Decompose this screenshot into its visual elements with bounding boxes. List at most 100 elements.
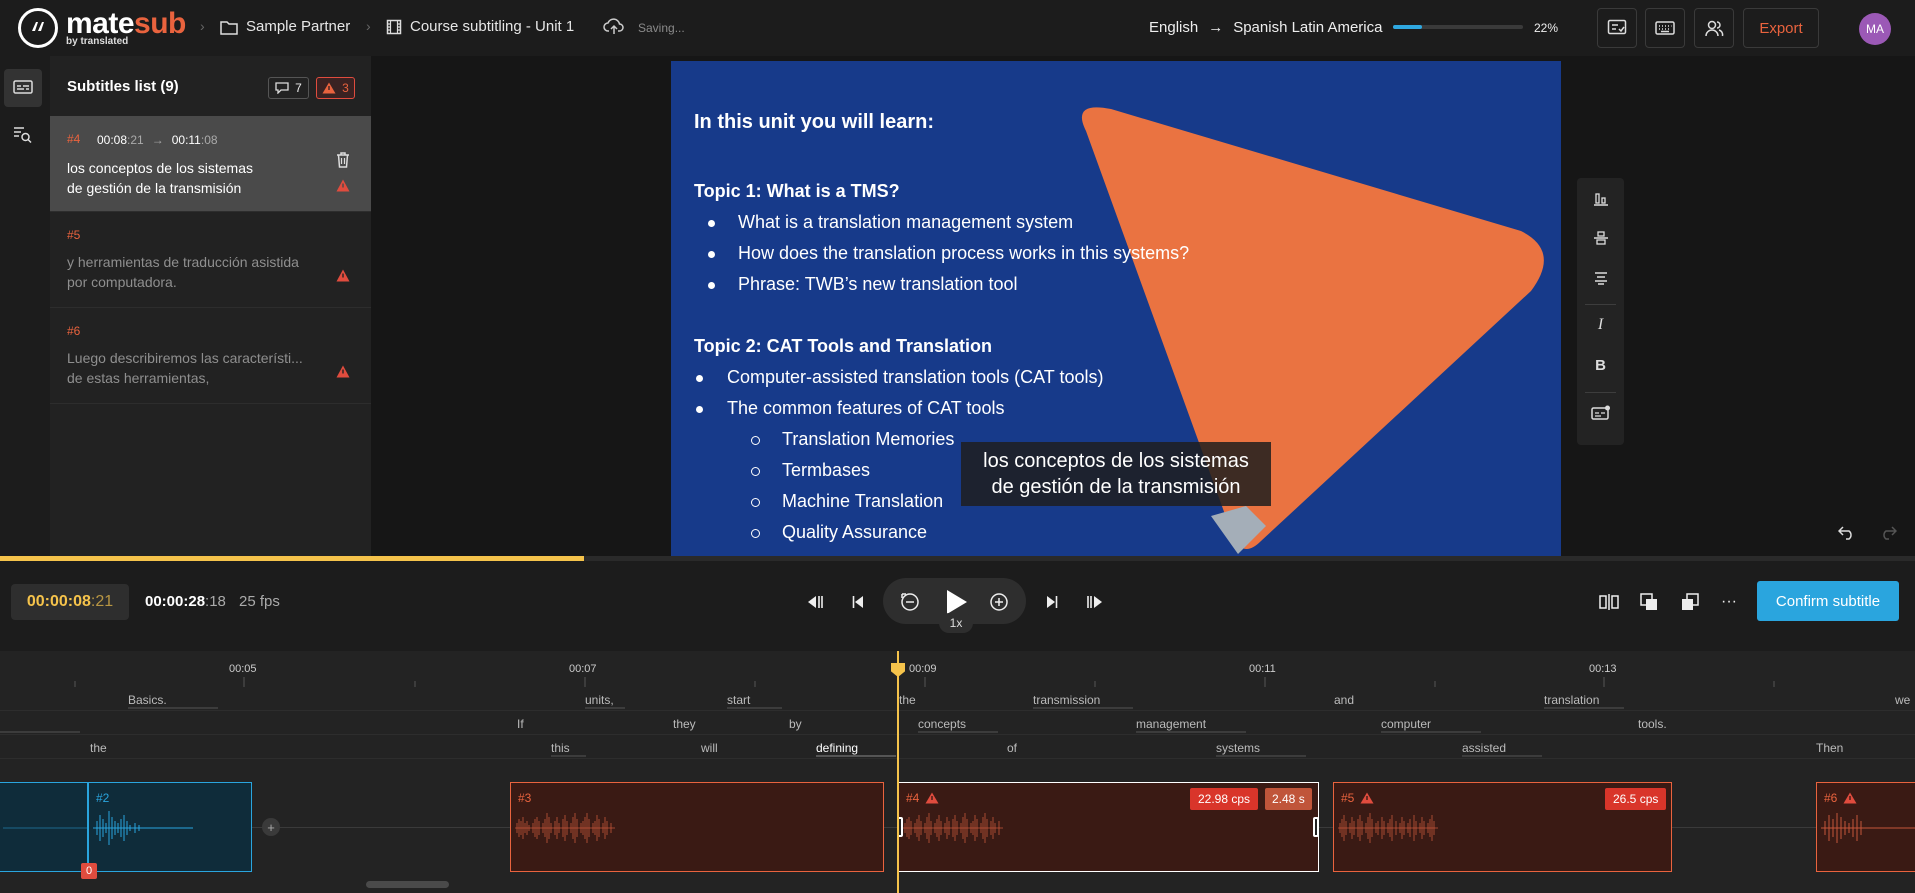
transcript-word[interactable]: defining <box>816 741 858 755</box>
bullet <box>696 375 703 382</box>
transcript-word[interactable]: Basics. <box>128 693 167 707</box>
export-button[interactable]: Export <box>1743 8 1819 48</box>
align-center-button[interactable] <box>1577 263 1624 293</box>
waveform <box>515 813 615 843</box>
subtitle-line-1[interactable]: los conceptos de los sistemas <box>67 158 322 178</box>
transcript-word[interactable]: If <box>517 717 524 731</box>
comments-count-badge[interactable]: 7 <box>268 77 309 99</box>
total-duration: 00:00:28:18 <box>145 593 226 610</box>
transcript-word[interactable]: of <box>1007 741 1017 755</box>
transcript-word[interactable]: start <box>727 693 750 707</box>
transcript-word[interactable]: we <box>1895 693 1910 707</box>
subtitle-segment[interactable]: #3 <box>510 782 884 872</box>
word-duration-bar <box>1544 707 1624 709</box>
subtitle-line-2[interactable]: de estas herramientas, <box>67 368 322 388</box>
slide-sub-item: Translation Memories <box>782 429 955 449</box>
transcript-word[interactable]: transmission <box>1033 693 1100 707</box>
breadcrumb-partner[interactable]: Sample Partner <box>220 18 350 35</box>
subtitle-line-1[interactable]: y herramientas de traducción asistida <box>67 252 322 272</box>
transcript-word[interactable]: tools. <box>1638 717 1667 731</box>
subtitle-segment[interactable]: #5 26.5 cps <box>1333 782 1672 872</box>
subtitle-segment-selected[interactable]: #4 22.98 cps 2.48 s <box>898 782 1319 872</box>
start-frames: :21 <box>127 133 144 147</box>
confirm-subtitle-button[interactable]: Confirm subtitle <box>1757 581 1899 621</box>
more-options-button[interactable]: ··· <box>1717 591 1741 613</box>
subtitle-line-1[interactable]: Luego describiremos las característi... <box>67 348 322 368</box>
split-subtitle-button[interactable] <box>1597 591 1621 613</box>
align-bottom-button[interactable] <box>1577 183 1624 213</box>
breadcrumb-project-label: Course subtitling - Unit 1 <box>410 18 575 35</box>
transcript-word[interactable]: and <box>1334 693 1354 707</box>
transcript-word[interactable]: the <box>90 741 107 755</box>
transcript-word[interactable]: concepts <box>918 717 966 731</box>
transcript-word[interactable]: assisted <box>1462 741 1506 755</box>
caption-line-1: los conceptos de los sistemas <box>983 450 1249 472</box>
playhead[interactable] <box>897 651 899 893</box>
transcript-word[interactable]: units, <box>585 693 614 707</box>
add-subtitle-button[interactable]: + <box>262 818 280 836</box>
top-bar: matesub by translated › Sample Partner ›… <box>0 0 1915 56</box>
collaborators-button[interactable] <box>1694 8 1734 48</box>
transcript-word[interactable]: will <box>701 741 718 755</box>
fast-forward-button[interactable] <box>988 591 1010 613</box>
undo-icon[interactable] <box>1838 524 1856 540</box>
matesub-logo[interactable]: matesub by translated <box>18 8 186 48</box>
transcript-word[interactable]: translation <box>1544 693 1599 707</box>
search-replace-tab[interactable] <box>4 116 42 154</box>
timeline[interactable]: 00:05 00:07 00:09 00:11 00:13 Basics. un… <box>0 651 1915 893</box>
overlap-subtitle-button[interactable] <box>1678 591 1702 613</box>
end-time: 00:11 <box>171 133 201 147</box>
merge-icon <box>1640 593 1657 610</box>
transcript-word[interactable]: computer <box>1381 717 1431 731</box>
timeline-horizontal-scrollbar[interactable] <box>366 881 449 888</box>
transcript-word[interactable]: by <box>789 717 802 731</box>
segment-end-handle[interactable] <box>1313 817 1319 837</box>
users-icon <box>1705 20 1724 37</box>
current-timecode[interactable]: 00:00:08:21 <box>11 584 129 620</box>
transcript-word[interactable]: the <box>899 693 916 707</box>
review-button[interactable] <box>1597 8 1637 48</box>
word-duration-bar <box>918 731 998 733</box>
subtitle-number: #5 <box>67 228 81 242</box>
subtitle-segment[interactable]: #2 <box>88 782 252 872</box>
align-middle-button[interactable] <box>1577 223 1624 253</box>
italic-button[interactable]: I <box>1577 310 1624 340</box>
subtitle-segment[interactable] <box>0 782 88 872</box>
playback-rate[interactable]: 1x <box>939 613 973 633</box>
shortcuts-button[interactable] <box>1645 8 1685 48</box>
italic-icon: I <box>1597 316 1604 333</box>
warning-icon <box>322 82 336 94</box>
merge-subtitle-button[interactable] <box>1637 591 1661 613</box>
transcript-word[interactable]: systems <box>1216 741 1260 755</box>
subtitle-settings-button[interactable] <box>1577 398 1624 428</box>
bold-button[interactable]: B <box>1577 350 1624 380</box>
frame-rate: 25 fps <box>239 593 280 610</box>
breadcrumb-project[interactable]: Course subtitling - Unit 1 <box>386 18 574 35</box>
subtitle-caption-overlay[interactable]: los conceptos de los sistemas de gestión… <box>961 442 1271 506</box>
subtitle-item[interactable]: #4 00:08:21 → 00:11:08 los conceptos de … <box>50 116 371 212</box>
subtitles-list-tab[interactable] <box>4 69 42 107</box>
transcript-word[interactable]: this <box>551 741 570 755</box>
slide-sub-item: Termbases <box>782 460 871 480</box>
language-pair: English → Spanish Latin America <box>1149 19 1382 36</box>
subtitle-segment[interactable]: #6 <box>1816 782 1915 872</box>
slide-list-item: What is a translation management system <box>738 212 1074 232</box>
next-subtitle-button[interactable] <box>1084 591 1106 613</box>
previous-frame-button[interactable] <box>848 591 870 613</box>
transcript-word[interactable]: Then <box>1816 741 1843 755</box>
rewind-button[interactable] <box>899 591 921 613</box>
transcript-word[interactable]: management <box>1136 717 1206 731</box>
user-avatar[interactable]: MA <box>1859 13 1891 45</box>
trash-icon[interactable] <box>336 152 350 168</box>
breadcrumb-separator: › <box>200 18 205 34</box>
transcript-word[interactable]: they <box>673 717 696 731</box>
subtitle-item[interactable]: #6 Luego describiremos las característi.… <box>50 308 371 404</box>
subtitle-item[interactable]: #5 y herramientas de traducción asistida… <box>50 212 371 308</box>
previous-subtitle-button[interactable] <box>804 591 826 613</box>
subtitle-line-2[interactable]: de gestión de la transmisión <box>67 178 322 198</box>
warnings-count-badge[interactable]: 3 <box>316 77 355 99</box>
subtitle-line-2[interactable]: por computadora. <box>67 272 322 292</box>
redo-icon[interactable] <box>1879 524 1897 540</box>
waveform <box>1338 813 1438 843</box>
next-frame-button[interactable] <box>1040 591 1062 613</box>
